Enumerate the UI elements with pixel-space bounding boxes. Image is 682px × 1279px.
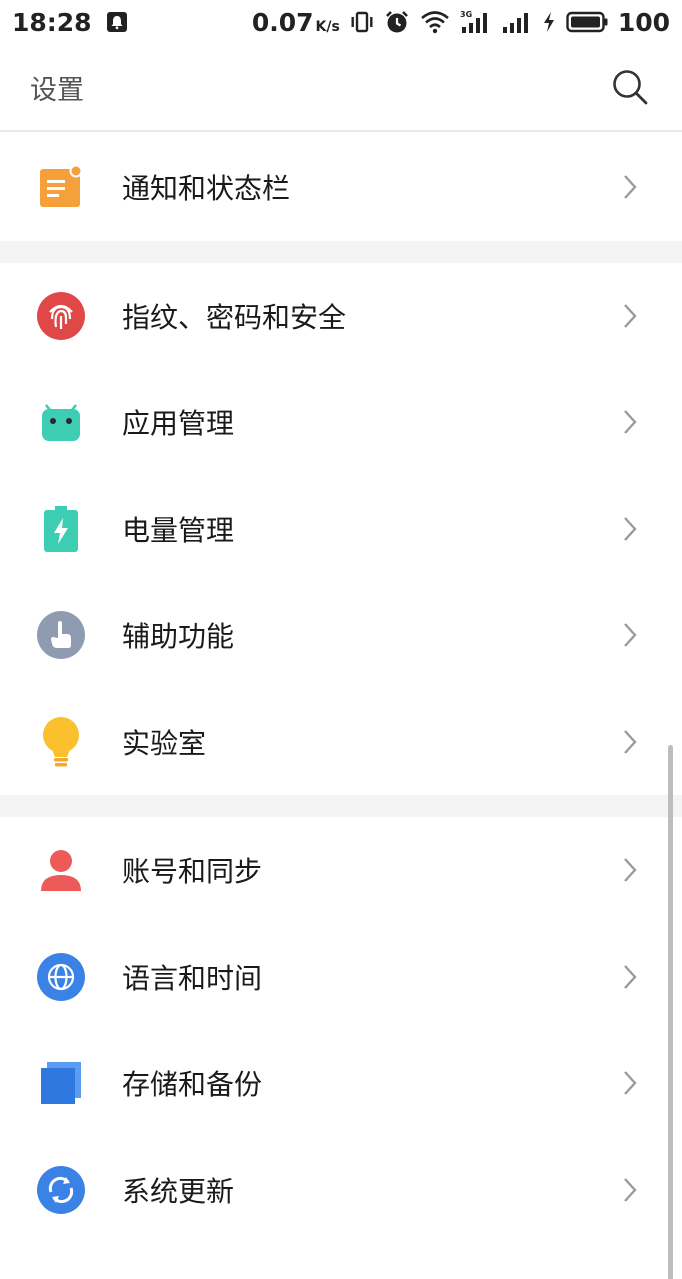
update-icon	[36, 1165, 86, 1215]
signal-3g-icon: 3G	[460, 9, 492, 35]
wifi-icon	[420, 10, 450, 34]
battery-percent: 100	[617, 7, 670, 37]
hand-icon	[36, 610, 86, 660]
settings-item-account[interactable]: 账号和同步	[0, 817, 682, 924]
settings-item-notifications[interactable]: 通知和状态栏	[0, 134, 682, 241]
page-title: 设置	[30, 74, 84, 106]
settings-item-label: 存储和备份	[122, 1068, 263, 1102]
settings-item-apps[interactable]: 应用管理	[0, 369, 682, 476]
settings-item-lab[interactable]: 实验室	[0, 689, 682, 796]
settings-item-battery[interactable]: 电量管理	[0, 476, 682, 583]
settings-item-accessibility[interactable]: 辅助功能	[0, 582, 682, 689]
settings-item-label: 实验室	[122, 726, 207, 760]
settings-item-language[interactable]: 语言和时间	[0, 924, 682, 1031]
settings-item-label: 辅助功能	[122, 620, 235, 654]
settings-item-label: 系统更新	[122, 1174, 235, 1208]
android-icon	[36, 397, 86, 447]
vibrate-icon	[350, 11, 374, 33]
notification-icon	[106, 11, 128, 33]
chevron-right-icon	[620, 172, 640, 202]
notification-bar-icon	[36, 162, 86, 212]
chevron-right-icon	[620, 514, 640, 544]
chevron-right-icon	[620, 1175, 640, 1205]
group-divider	[0, 240, 682, 263]
chevron-right-icon	[620, 301, 640, 331]
network-speed-value: 0.07	[251, 7, 314, 37]
settings-item-label: 指纹、密码和安全	[122, 300, 347, 334]
group-divider	[0, 795, 682, 817]
settings-item-label: 语言和时间	[122, 961, 263, 995]
settings-item-label: 电量管理	[122, 513, 235, 547]
battery-charging-icon	[36, 504, 86, 554]
storage-icon	[36, 1058, 86, 1108]
alarm-icon	[384, 9, 410, 35]
chevron-right-icon	[620, 1068, 640, 1098]
chevron-right-icon	[620, 962, 640, 992]
signal-icon	[502, 10, 532, 34]
battery-icon	[566, 11, 608, 33]
network-speed: 0.07 K/s	[252, 8, 340, 37]
settings-item-label: 应用管理	[122, 407, 235, 441]
account-icon	[36, 845, 86, 895]
settings-screen: 18:28 0.07 K/s 3G 100 设置 通知和状态栏 指纹、密码和安全…	[0, 0, 682, 1279]
search-icon	[613, 70, 648, 105]
chevron-right-icon	[620, 855, 640, 885]
settings-item-storage[interactable]: 存储和备份	[0, 1030, 682, 1137]
header: 设置	[0, 44, 682, 132]
network-speed-unit: K/s	[315, 18, 340, 35]
settings-list: 通知和状态栏 指纹、密码和安全 应用管理 电量管理 辅助功能 实验室 账号和同步…	[0, 134, 682, 1243]
status-bar: 18:28 0.07 K/s 3G 100	[0, 0, 682, 44]
chevron-right-icon	[620, 727, 640, 757]
status-time: 18:28	[12, 7, 92, 37]
chevron-right-icon	[620, 620, 640, 650]
fingerprint-icon	[36, 291, 86, 341]
chevron-right-icon	[620, 407, 640, 437]
scrollbar[interactable]	[668, 745, 673, 1279]
charging-icon	[542, 11, 556, 33]
globe-icon	[36, 952, 86, 1002]
settings-item-security[interactable]: 指纹、密码和安全	[0, 263, 682, 370]
lightbulb-icon	[36, 716, 86, 767]
settings-item-label: 账号和同步	[122, 855, 263, 889]
settings-item-label: 通知和状态栏	[122, 172, 291, 206]
search-button[interactable]	[608, 65, 652, 109]
settings-item-update[interactable]: 系统更新	[0, 1137, 682, 1244]
signal-3g-label: 3G	[460, 10, 472, 19]
